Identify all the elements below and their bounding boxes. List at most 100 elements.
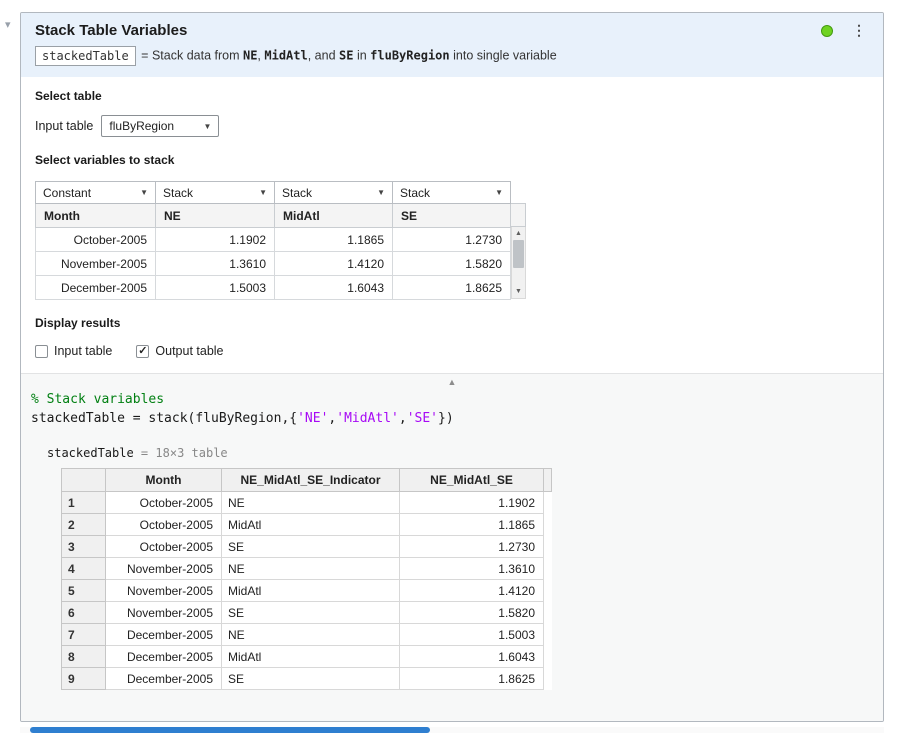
role-dropdown-month[interactable]: Constant ▼ — [36, 182, 155, 203]
role-dropdown-month-value: Constant — [43, 185, 92, 200]
row-number: 7 — [61, 623, 106, 646]
column-header-midatl: MidAtl — [274, 203, 393, 228]
code-region: ▲ % Stack variables stackedTable = stack… — [21, 373, 883, 721]
scroll-down-icon[interactable]: ▼ — [512, 285, 525, 298]
cell-month: November-2005 — [105, 601, 222, 624]
input-table-checkbox-label: Input table — [54, 344, 113, 358]
output-var-name: stackedTable — [47, 446, 134, 460]
task-summary: stackedTable = Stack data from NE, MidAt… — [35, 46, 869, 66]
cell-indicator: MidAtl — [221, 513, 400, 536]
row-number: 9 — [61, 667, 106, 690]
cell-month: November-2005 — [105, 579, 222, 602]
cell-value: 1.5003 — [399, 623, 544, 646]
cell-indicator: SE — [221, 535, 400, 558]
task-menu-icon[interactable]: ⋮ — [849, 22, 869, 39]
cell-month: December-2005 — [105, 645, 222, 668]
table-cell: 1.6043 — [274, 275, 393, 300]
live-editor-canvas: ▾ Stack Table Variables ⋮ stackedTable =… — [0, 0, 900, 736]
table-cell: 1.4120 — [274, 251, 393, 276]
scrollbar-thumb[interactable] — [513, 240, 524, 268]
summary-var-ne: NE — [242, 48, 258, 63]
check-icon: ✓ — [138, 344, 148, 357]
summary-text: , and — [307, 48, 340, 63]
code-line: stackedTable = stack(fluByRegion,{'NE','… — [31, 409, 873, 428]
role-dropdown-ne[interactable]: Stack ▼ — [156, 182, 274, 203]
column-header-ne: NE — [155, 203, 275, 228]
scrollbar-spacer — [511, 181, 526, 203]
row-number: 4 — [61, 557, 106, 580]
table-cell: 1.1865 — [274, 227, 393, 252]
stack-variables-table: Constant ▼ Stack ▼ Stack ▼ Stack ▼ Month NE … — [35, 181, 511, 300]
scrollbar-header-spacer — [511, 203, 526, 227]
cell-value: 1.6043 — [399, 645, 544, 668]
cell-value: 1.2730 — [399, 535, 544, 558]
table-row: 1 October-2005 NE 1.1902 — [61, 491, 552, 514]
cell-indicator: SE — [221, 667, 400, 690]
input-table-label: Input table — [35, 119, 94, 133]
table-cell: December-2005 — [35, 275, 156, 300]
cell-month: October-2005 — [105, 513, 222, 536]
summary-var-flubyregion: fluByRegion — [370, 48, 450, 63]
output-equals: = — [133, 446, 156, 460]
horizontal-scrollbar-thumb[interactable] — [30, 727, 430, 733]
cell-value: 1.1865 — [399, 513, 544, 536]
table-vertical-scrollbar: ▲ ▼ — [511, 181, 526, 300]
summary-var-midatl: MidAtl — [264, 48, 308, 63]
checkbox-box-0[interactable]: ✓ — [35, 344, 48, 358]
input-table-row: Input table fluByRegion ▼ — [35, 115, 869, 137]
table-row: 3 October-2005 SE 1.2730 — [61, 535, 552, 558]
table-cell: 1.8625 — [392, 275, 511, 300]
table-row: November-2005 1.3610 1.4120 1.5820 — [35, 251, 511, 276]
table-row: 7 December-2005 NE 1.5003 — [61, 623, 552, 646]
role-dropdown-midatl-value: Stack — [282, 185, 313, 200]
cell-month: December-2005 — [105, 623, 222, 646]
code-comment: % Stack variables — [31, 392, 165, 407]
output-variable-field[interactable]: stackedTable — [35, 46, 136, 66]
status-indicator-green — [821, 24, 833, 37]
table-row: 8 December-2005 MidAtl 1.6043 — [61, 645, 552, 668]
table-cell: 1.1902 — [155, 227, 275, 252]
task-body: Select table Input table fluByRegion ▼ S… — [21, 77, 883, 358]
checkbox-box-1[interactable]: ✓ — [136, 344, 150, 358]
code-string: 'SE' — [406, 411, 439, 426]
scrollbar-track[interactable]: ▲ ▼ — [511, 227, 526, 299]
chevron-down-icon: ▼ — [140, 188, 148, 197]
table-row: 4 November-2005 NE 1.3610 — [61, 557, 552, 580]
collapse-code-icon[interactable]: ▲ — [448, 377, 457, 387]
output-table: Month NE_MidAtl_SE_Indicator NE_MidAtl_S… — [61, 468, 552, 690]
scroll-up-icon[interactable]: ▲ — [512, 227, 525, 240]
code-text: , — [398, 411, 407, 426]
task-title: Stack Table Variables — [35, 22, 188, 39]
output-header-month: Month — [105, 468, 222, 492]
cell-indicator: MidAtl — [221, 579, 400, 602]
chevron-down-icon: ▼ — [203, 121, 212, 131]
code-text: }) — [438, 411, 454, 426]
row-number: 8 — [61, 645, 106, 668]
input-table-dropdown[interactable]: fluByRegion ▼ — [101, 115, 220, 137]
live-task-panel: Stack Table Variables ⋮ stackedTable = S… — [20, 12, 884, 722]
cell-indicator: MidAtl — [221, 645, 400, 668]
row-number: 2 — [61, 513, 106, 536]
table-row: October-2005 1.1902 1.1865 1.2730 — [35, 227, 511, 252]
cell-value: 1.3610 — [399, 557, 544, 580]
role-dropdown-midatl[interactable]: Stack ▼ — [275, 182, 392, 203]
row-number: 5 — [61, 579, 106, 602]
display-results-heading: Display results — [35, 316, 121, 330]
stack-variables-table-wrap: Constant ▼ Stack ▼ Stack ▼ Stack ▼ Month NE … — [35, 181, 869, 300]
input-table-dropdown-value: fluByRegion — [109, 119, 175, 133]
cell-month: October-2005 — [105, 491, 222, 514]
role-dropdown-se[interactable]: Stack ▼ — [393, 182, 510, 203]
output-table-checkbox[interactable]: ✓ Output table — [136, 344, 224, 358]
horizontal-scrollbar[interactable] — [20, 727, 884, 733]
summary-text: Stack data from — [151, 48, 243, 63]
table-cell: 1.5003 — [155, 275, 275, 300]
column-header-month: Month — [35, 203, 156, 228]
summary-equals: = — [137, 48, 152, 63]
display-results-options: ✓ Input table ✓ Output table — [35, 344, 869, 358]
output-table-checkbox-label: Output table — [155, 344, 224, 358]
table-row: December-2005 1.5003 1.6043 1.8625 — [35, 275, 511, 300]
collapse-section-icon[interactable]: ▾ — [5, 18, 11, 31]
chevron-down-icon: ▼ — [377, 188, 385, 197]
output-header-value: NE_MidAtl_SE — [399, 468, 544, 492]
input-table-checkbox[interactable]: ✓ Input table — [35, 344, 112, 358]
